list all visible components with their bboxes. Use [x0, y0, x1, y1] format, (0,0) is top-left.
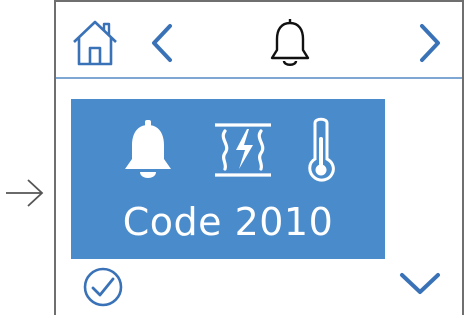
chevron-down-icon[interactable] — [398, 268, 442, 298]
heater-warning-icon — [215, 123, 271, 177]
bell-outline-icon[interactable] — [268, 18, 312, 70]
device-display: Code 2010 — [54, 0, 464, 315]
screen-root: Code 2010 — [0, 0, 464, 315]
chevron-right-icon[interactable] — [416, 22, 444, 64]
check-circle-icon[interactable] — [82, 266, 124, 308]
alert-card[interactable]: Code 2010 — [71, 99, 385, 259]
error-code-label: Code 2010 — [122, 200, 334, 244]
chevron-left-icon[interactable] — [148, 22, 176, 64]
top-navigation-bar — [56, 2, 462, 79]
bell-icon — [125, 120, 171, 178]
thermometer-icon — [308, 117, 335, 182]
pointer-arrow-icon — [6, 179, 44, 207]
home-icon[interactable] — [70, 18, 120, 68]
